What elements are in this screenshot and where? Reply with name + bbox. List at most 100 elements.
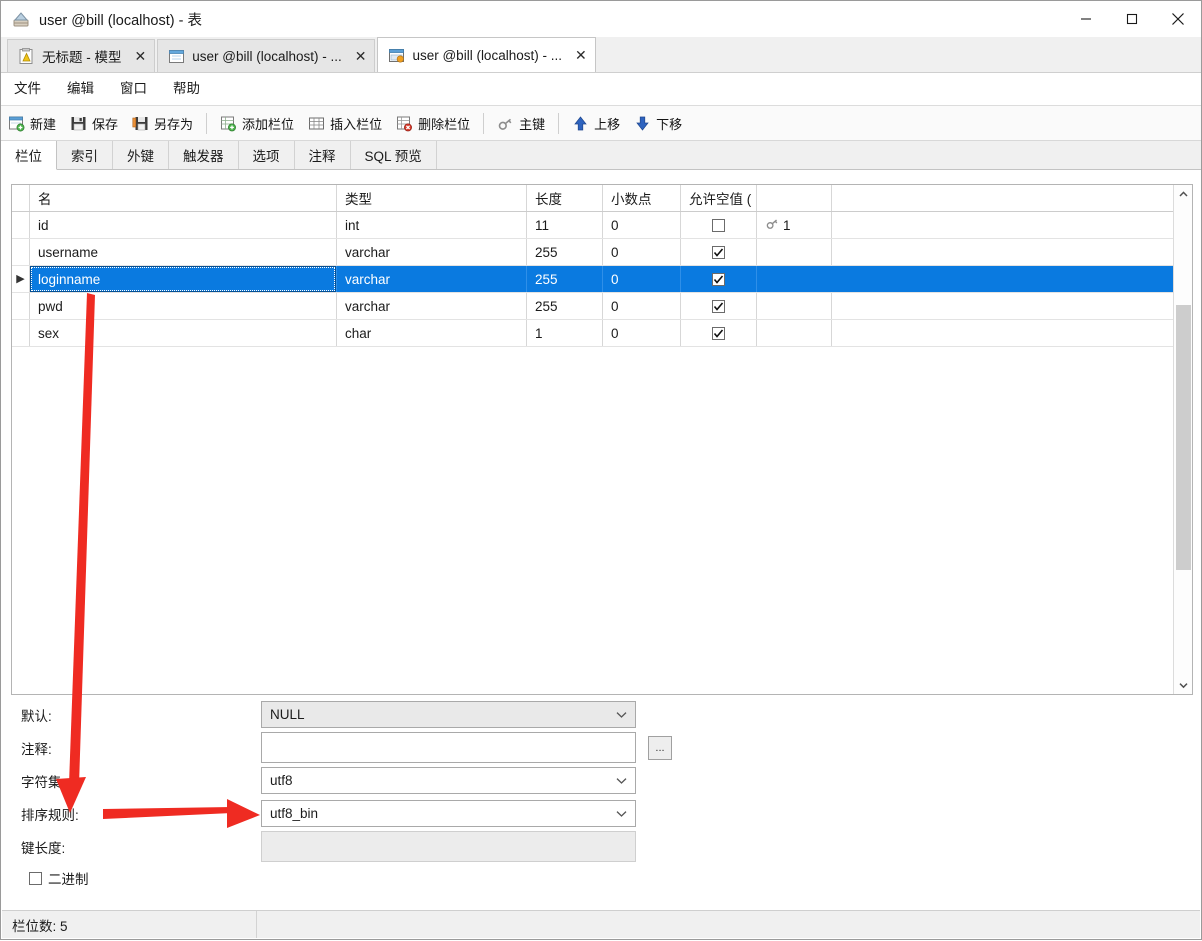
table-row[interactable]: sex char 1 0	[12, 320, 1192, 347]
scroll-up-button[interactable]	[1174, 185, 1192, 203]
tab-triggers[interactable]: 触发器	[169, 141, 239, 169]
cell-field-length[interactable]: 255	[527, 239, 603, 265]
table-row-selected[interactable]: ▶ loginname varchar 255 0	[12, 266, 1192, 293]
insert-field-button[interactable]: 插入栏位	[301, 110, 389, 136]
nullable-checkbox[interactable]	[712, 272, 725, 286]
comment-ellipsis-button[interactable]: ...	[648, 735, 672, 760]
cell-field-decimals[interactable]: 0	[603, 293, 681, 319]
cell-field-key[interactable]	[757, 293, 832, 319]
cell-field-nullable[interactable]	[681, 293, 757, 319]
document-tab-model[interactable]: 无标题 - 模型 ✕	[7, 39, 156, 72]
cell-field-length[interactable]: 1	[527, 320, 603, 346]
move-down-button[interactable]: 下移	[627, 110, 689, 136]
cell-field-length[interactable]: 255	[527, 266, 603, 292]
toolbar-separator	[558, 112, 560, 134]
tab-fields[interactable]: 栏位	[1, 141, 57, 170]
charset-label: 字符集:	[21, 774, 66, 790]
table-row[interactable]: pwd varchar 255 0	[12, 293, 1192, 320]
nullable-checkbox[interactable]	[712, 245, 725, 259]
cell-field-decimals[interactable]: 0	[603, 239, 681, 265]
cell-field-length[interactable]: 255	[527, 293, 603, 319]
comment-input[interactable]	[261, 732, 636, 763]
document-tab-query[interactable]: user @bill (localhost) - ... ✕	[157, 39, 376, 72]
grid-header-key[interactable]	[757, 185, 832, 211]
cell-field-name[interactable]: id	[30, 212, 337, 238]
menu-file[interactable]: 文件	[1, 73, 54, 105]
default-combo[interactable]: NULL	[261, 701, 636, 728]
tab-comment[interactable]: 注释	[295, 141, 351, 169]
add-field-button[interactable]: 添加栏位	[213, 110, 301, 136]
comment-label: 注释:	[21, 741, 52, 757]
document-tab-close-icon[interactable]: ✕	[355, 49, 367, 63]
document-tab-close-icon[interactable]: ✕	[575, 48, 587, 62]
cell-field-decimals[interactable]: 0	[603, 212, 681, 238]
cell-field-name[interactable]: sex	[30, 320, 337, 346]
toolbar: 新建 保存 另存为 添加栏位 插入栏位 删除栏位 主键 上移 下移	[1, 106, 1201, 141]
menu-help[interactable]: 帮助	[160, 73, 213, 105]
nullable-checkbox[interactable]	[712, 299, 725, 313]
collation-combo[interactable]: utf8_bin	[261, 800, 636, 827]
cell-field-decimals[interactable]: 0	[603, 320, 681, 346]
minimize-button[interactable]	[1063, 1, 1109, 37]
document-tab-close-icon[interactable]: ✕	[135, 49, 147, 63]
tab-indexes[interactable]: 索引	[57, 141, 113, 169]
tab-label: 触发器	[183, 149, 224, 164]
binary-checkbox-row[interactable]: 二进制	[11, 863, 1193, 893]
cell-field-length[interactable]: 11	[527, 212, 603, 238]
cell-field-type[interactable]: varchar	[337, 266, 527, 292]
move-up-button[interactable]: 上移	[565, 110, 627, 136]
scroll-down-button[interactable]	[1174, 676, 1192, 694]
menu-edit[interactable]: 编辑	[54, 73, 107, 105]
cell-field-name[interactable]: pwd	[30, 293, 337, 319]
cell-field-key[interactable]	[757, 239, 832, 265]
menu-window[interactable]: 窗口	[107, 73, 160, 105]
cell-field-type[interactable]: varchar	[337, 293, 527, 319]
cell-field-key[interactable]: 1	[757, 212, 832, 238]
grid-header-name[interactable]: 名	[30, 185, 337, 211]
document-tab-label: user @bill (localhost) - ...	[192, 48, 342, 64]
cell-field-key[interactable]	[757, 320, 832, 346]
tab-foreign-keys[interactable]: 外键	[113, 141, 169, 169]
cell-field-type[interactable]: varchar	[337, 239, 527, 265]
cell-field-type[interactable]: char	[337, 320, 527, 346]
grid-vertical-scrollbar[interactable]	[1173, 185, 1192, 694]
cell-field-decimals[interactable]: 0	[603, 266, 681, 292]
delete-field-button-label: 删除栏位	[418, 116, 471, 132]
cell-field-type[interactable]: int	[337, 212, 527, 238]
table-row[interactable]: id int 11 0 1	[12, 212, 1192, 239]
grid-header-decimals[interactable]: 小数点	[603, 185, 681, 211]
save-as-button[interactable]: 另存为	[125, 110, 200, 136]
charset-combo[interactable]: utf8	[261, 767, 636, 794]
grid-header-row: 名 类型 长度 小数点 允许空值 (	[12, 185, 1192, 212]
cell-field-name[interactable]: username	[30, 239, 337, 265]
new-button[interactable]: 新建	[1, 110, 63, 136]
tab-label: 索引	[71, 149, 98, 164]
keylength-input[interactable]	[261, 831, 636, 862]
close-button[interactable]	[1155, 1, 1201, 37]
scrollbar-thumb[interactable]	[1176, 305, 1191, 570]
cell-field-key[interactable]	[757, 266, 832, 292]
binary-checkbox[interactable]	[29, 871, 42, 885]
nullable-checkbox[interactable]	[712, 326, 725, 340]
primary-key-button[interactable]: 主键	[490, 110, 552, 136]
cell-field-nullable[interactable]	[681, 212, 757, 238]
tab-options[interactable]: 选项	[239, 141, 295, 169]
cell-field-nullable[interactable]	[681, 320, 757, 346]
status-field-count: 栏位数: 5	[2, 911, 257, 938]
add-field-icon	[220, 115, 237, 132]
tab-sql-preview[interactable]: SQL 预览	[351, 141, 437, 169]
delete-field-button[interactable]: 删除栏位	[389, 110, 477, 136]
save-button[interactable]: 保存	[63, 110, 125, 136]
cell-field-name[interactable]: loginname	[30, 266, 337, 292]
save-as-icon	[132, 115, 149, 132]
table-row[interactable]: username varchar 255 0	[12, 239, 1192, 266]
nullable-checkbox[interactable]	[712, 218, 725, 232]
cell-field-nullable[interactable]	[681, 239, 757, 265]
grid-header-nullable[interactable]: 允许空值 (	[681, 185, 757, 211]
cell-field-nullable[interactable]	[681, 266, 757, 292]
grid-header-type[interactable]: 类型	[337, 185, 527, 211]
cell-field-name-text: loginname	[38, 271, 101, 287]
maximize-button[interactable]	[1109, 1, 1155, 37]
grid-header-length[interactable]: 长度	[527, 185, 603, 211]
document-tab-table[interactable]: user @bill (localhost) - ... ✕	[377, 37, 596, 72]
